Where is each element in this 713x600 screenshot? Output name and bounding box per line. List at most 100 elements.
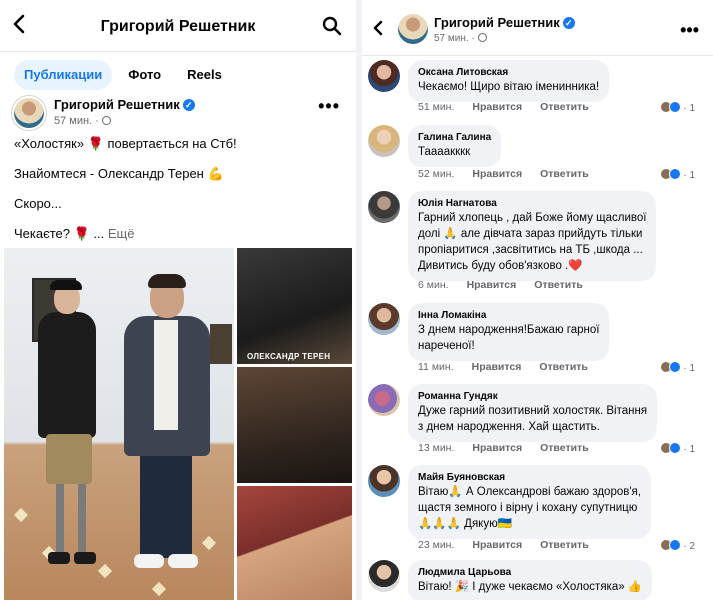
commenter-avatar[interactable]	[368, 125, 400, 157]
like-button[interactable]: Нравится	[472, 539, 522, 551]
page-header: Григорий Решетник	[0, 0, 356, 52]
comment-text: пропіаритися ,засвітитись на ТБ ,шкода .…	[418, 244, 643, 256]
commenter-name[interactable]: Майя Буяновская	[418, 471, 641, 484]
reply-button[interactable]: Ответить	[534, 279, 583, 291]
comment-text: Вітаю! 🎉 І дуже чекаємо «Холостяка» 👍	[418, 581, 643, 593]
author-name[interactable]: Григорий Решетник ✓	[54, 97, 195, 112]
comment-actions: 23 мин. Нравится Ответить	[418, 539, 607, 551]
like-button[interactable]: Нравится	[472, 168, 522, 180]
comment-bubble: Людмила Царьова Вітаю! 🎉 І дуже чекаємо …	[408, 560, 653, 600]
tab-reels[interactable]: Reels	[177, 60, 232, 90]
reaction-count[interactable]: · 1	[659, 101, 695, 114]
post-header: Григорий Решетник ✓ 57 мин. · •••	[12, 96, 344, 132]
commenter-avatar[interactable]	[368, 560, 400, 592]
like-reaction-icon	[668, 539, 681, 551]
comment-actions: 52 мин. Нравится Ответить	[418, 168, 607, 180]
more-options-button[interactable]: •••	[318, 96, 340, 117]
profile-tabs: Публикации Фото Reels	[14, 60, 232, 90]
comment-text: З днем народження!Бажаю гарної	[418, 324, 600, 336]
commenter-name[interactable]: Юлія Нагнатова	[418, 197, 646, 210]
like-button[interactable]: Нравится	[472, 442, 522, 454]
photo-thumbnail[interactable]: ОЛЕКСАНДР ТЕРЕН	[237, 248, 352, 364]
chevron-left-icon	[373, 20, 383, 36]
photo-thumbnail[interactable]	[237, 367, 352, 483]
comment-text: Чекаємо! Щиро вітаю іменинника!	[418, 81, 600, 93]
see-more-link[interactable]: Ещё	[108, 226, 135, 241]
reaction-count[interactable]: · 1	[659, 168, 695, 181]
post-time: 57 мин. ·	[54, 115, 111, 127]
comments-panel: Григорий Решетник ✓ 57 мин. · ••• Оксана …	[362, 0, 713, 600]
tab-photos[interactable]: Фото	[118, 60, 171, 90]
comment-bubble: Романна Гундяк Дуже гарний позитивний хо…	[408, 384, 658, 442]
reply-button[interactable]: Ответить	[540, 168, 589, 180]
comment-text: з днем народження. Хай щастить.	[418, 421, 600, 433]
reply-button[interactable]: Ответить	[540, 442, 589, 454]
like-reaction-icon	[668, 168, 681, 180]
comment-text: 🙏🙏🙏 Дякую🇺🇦	[418, 518, 513, 530]
like-reaction-icon	[668, 101, 681, 113]
comment-time: 13 мин.	[418, 442, 455, 454]
reply-button[interactable]: Ответить	[540, 101, 589, 113]
globe-icon	[101, 116, 111, 125]
reaction-count[interactable]: · 1	[659, 361, 695, 374]
like-button[interactable]: Нравится	[472, 101, 522, 113]
comment-actions: 13 мин. Нравится Ответить	[418, 442, 607, 454]
reaction-count[interactable]: · 2	[659, 539, 695, 552]
floor-pattern	[97, 563, 113, 579]
person-figure	[120, 274, 212, 578]
search-icon	[322, 16, 342, 36]
commenter-name[interactable]: Романна Гундяк	[418, 390, 647, 403]
author-avatar[interactable]	[12, 96, 46, 130]
tab-publications[interactable]: Публикации	[14, 60, 113, 90]
reply-button[interactable]: Ответить	[540, 539, 589, 551]
comment-time: 52 мин.	[418, 168, 455, 180]
like-button[interactable]: Нравится	[472, 361, 522, 373]
search-button[interactable]	[322, 16, 342, 36]
comment-text: Дуже гарний позитивний холостяк. Вітання	[418, 405, 648, 417]
commenter-avatar[interactable]	[368, 465, 400, 497]
author-avatar[interactable]	[398, 14, 428, 44]
commenter-name[interactable]: Інна Ломакіна	[418, 309, 599, 322]
post-time: 57 мин. ·	[434, 33, 487, 44]
floor-pattern	[151, 581, 167, 597]
comment-actions: 6 мин. Нравится Ответить	[418, 279, 601, 291]
comment-text: долі 🙏 але дівчата зараз прийдуть тільки	[418, 228, 643, 240]
reply-button[interactable]: Ответить	[539, 361, 588, 373]
comment-actions: 11 мин. Нравится Ответить	[418, 361, 606, 373]
comment-text: нареченої!	[418, 340, 475, 352]
like-reaction-icon	[668, 442, 681, 454]
verified-badge-icon: ✓	[182, 99, 195, 111]
back-button[interactable]	[372, 20, 384, 41]
commenter-avatar[interactable]	[368, 60, 400, 92]
commenter-name[interactable]: Людмила Царьова	[418, 566, 642, 579]
like-button[interactable]: Нравится	[467, 279, 517, 291]
verified-badge-icon: ✓	[562, 17, 575, 29]
comment-time: 6 мин.	[418, 279, 449, 291]
commenter-avatar[interactable]	[368, 384, 400, 416]
commenter-avatar[interactable]	[368, 303, 400, 335]
like-reaction-icon	[668, 361, 681, 373]
commenter-name[interactable]: Галина Галина	[418, 131, 491, 144]
globe-icon	[477, 33, 487, 42]
comment-bubble: Галина Галина Таааакккк	[408, 125, 502, 167]
comment-text: Дивитись буду обов'язково .❤️	[418, 260, 583, 272]
comment-bubble: Юлія Нагнатова Гарний хлопець , дай Боже…	[408, 191, 657, 281]
comment-actions: 51 мин. Нравится Ответить	[418, 101, 607, 113]
comment-time: 11 мин.	[418, 361, 454, 373]
person-figure	[36, 280, 96, 574]
comment-time: 51 мин.	[418, 101, 455, 113]
main-photo[interactable]	[4, 248, 234, 600]
comment-text: Вітаю🙏 А Олександрові бажаю здоров'я,	[418, 486, 641, 498]
floor-pattern	[13, 507, 29, 523]
wall-painting	[210, 324, 232, 364]
photo-thumbnail[interactable]	[237, 486, 352, 600]
comment-text: щастя земного і вірну і кохану супутницю	[418, 502, 638, 514]
comments-header: Григорий Решетник ✓ 57 мин. · •••	[362, 0, 713, 56]
author-name[interactable]: Григорий Решетник ✓	[434, 15, 575, 30]
commenter-name[interactable]: Оксана Литовская	[418, 66, 599, 79]
more-options-button[interactable]: •••	[680, 20, 699, 41]
comment-bubble: Інна Ломакіна З днем народження!Бажаю га…	[408, 303, 610, 361]
reaction-count[interactable]: · 1	[659, 442, 695, 455]
page-title: Григорий Решетник	[100, 18, 256, 35]
commenter-avatar[interactable]	[368, 191, 400, 223]
